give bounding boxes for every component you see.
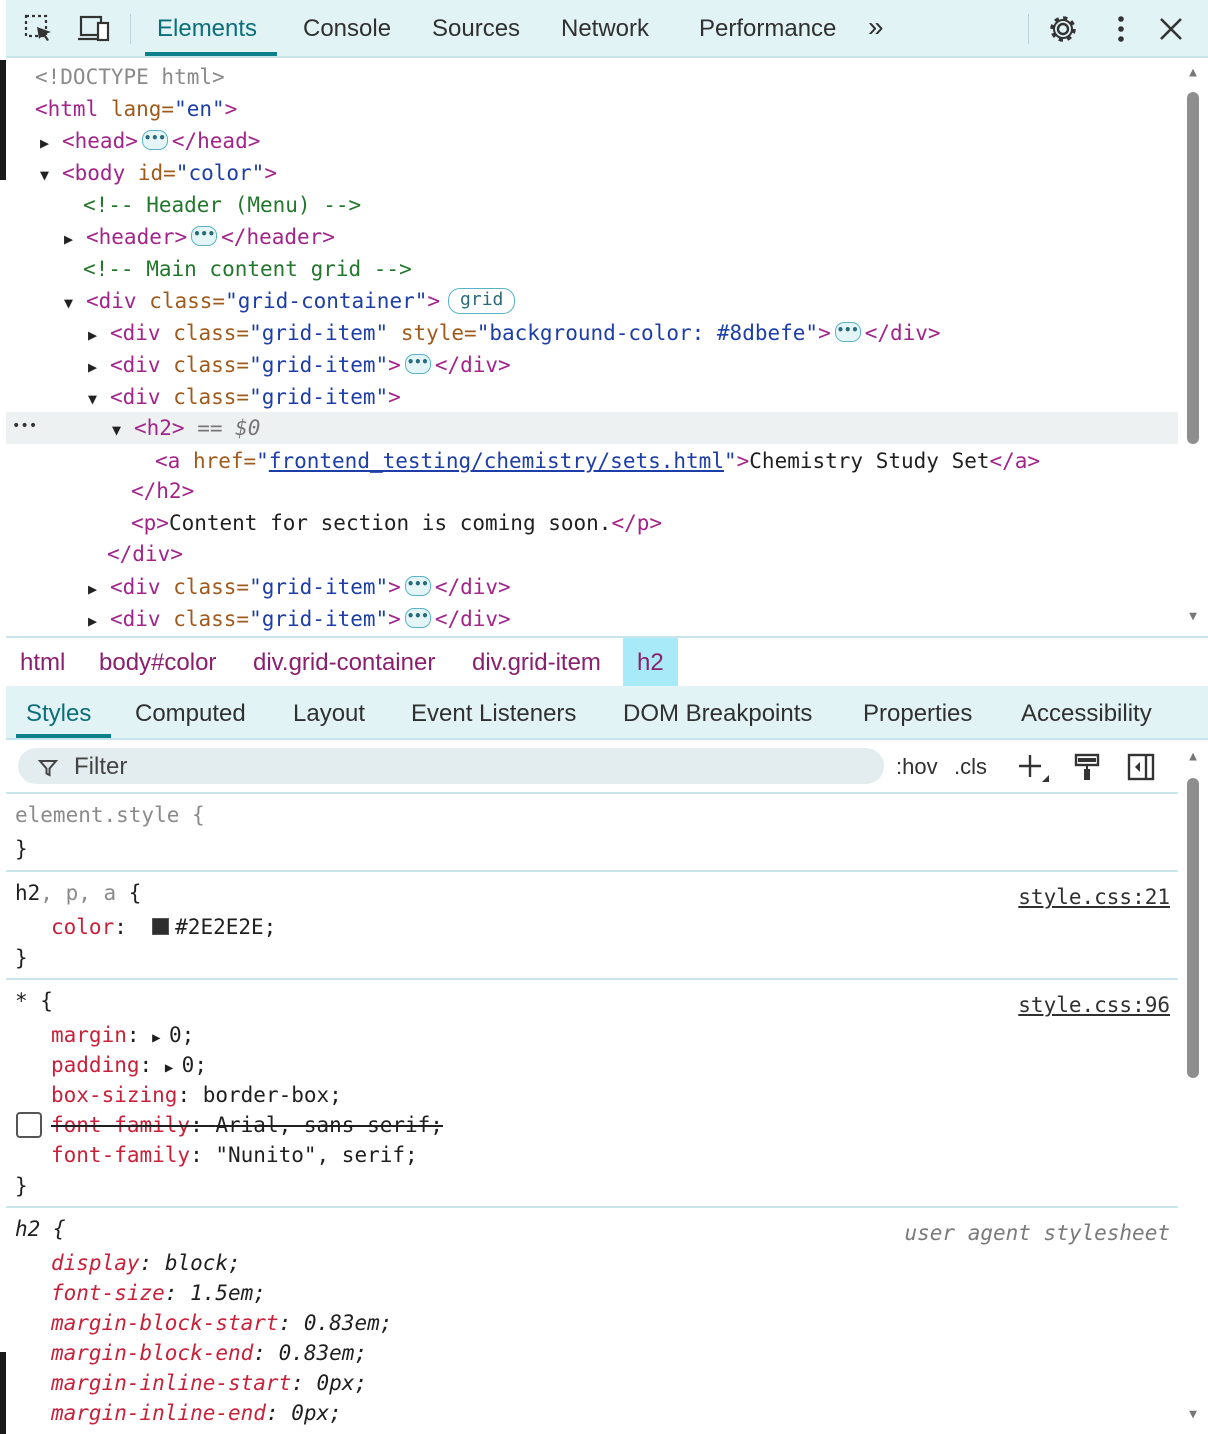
breadcrumb-grid-item[interactable]: div.grid-item <box>472 638 601 686</box>
breadcrumb-grid-container[interactable]: div.grid-container <box>253 638 435 686</box>
user-agent-label: user agent stylesheet <box>904 1221 1170 1245</box>
ellipsis-icon[interactable]: ••• <box>404 354 431 374</box>
expand-triangle-icon[interactable]: ▶ <box>88 573 110 605</box>
expand-triangle-icon[interactable]: ▶ <box>152 1030 169 1046</box>
href-link[interactable]: frontend_testing/chemistry/sets.html <box>269 449 724 473</box>
grid-badge[interactable]: grid <box>448 288 516 314</box>
scroll-down-arrow-icon[interactable]: ▼ <box>1186 610 1200 624</box>
ellipsis-icon[interactable]: ••• <box>141 130 168 150</box>
styles-pane[interactable]: element.style { } h2, p, a { style.css:2… <box>6 794 1178 1434</box>
declaration-box-sizing[interactable]: box-sizing: border-box; <box>51 1080 342 1110</box>
hov-button[interactable]: :hov <box>896 748 938 784</box>
collapse-triangle-icon[interactable]: ▼ <box>88 383 110 415</box>
styles-scroll-thumb[interactable] <box>1187 778 1199 1078</box>
tree-line-grid-item-4[interactable]: ▶ <div class="grid-item"> ••• </div> <box>6 571 1178 603</box>
tree-line-paragraph[interactable]: <p>Content for section is coming soon.</… <box>6 507 1178 539</box>
more-tabs-chevron-icon[interactable]: » <box>868 0 884 56</box>
tab-accessibility[interactable]: Accessibility <box>1021 686 1152 738</box>
tab-elements[interactable]: Elements <box>144 0 278 56</box>
tree-line-grid-item-1[interactable]: ▶ <div class="grid-item" style="backgroun… <box>6 317 1178 349</box>
collapse-triangle-icon[interactable]: ▼ <box>64 287 86 319</box>
rule-h2-user-agent[interactable]: h2 { user agent stylesheet display: bloc… <box>6 1208 1178 1434</box>
tree-line-html[interactable]: <html lang="en"> <box>6 93 1178 125</box>
tab-event-listeners[interactable]: Event Listeners <box>411 686 576 738</box>
declaration-font-family-overridden[interactable]: font-family: Arial, sans-serif; <box>51 1110 443 1140</box>
new-rule-plus-icon[interactable] <box>1016 752 1050 788</box>
tree-line-header[interactable]: ▶ <header> ••• </header> <box>6 221 1178 253</box>
device-toolbar-icon[interactable] <box>76 12 110 46</box>
expand-triangle-icon[interactable]: ▶ <box>40 127 62 159</box>
declaration-margin[interactable]: margin: ▶ 0; <box>51 1020 194 1050</box>
ellipsis-icon[interactable]: ••• <box>834 322 861 342</box>
declaration-font-family[interactable]: font-family: "Nunito", serif; <box>51 1140 418 1170</box>
select-element-icon[interactable] <box>22 12 56 46</box>
scroll-up-arrow-icon[interactable]: ▲ <box>1186 750 1200 764</box>
filter-input[interactable]: Filter <box>18 748 884 784</box>
rule-universal[interactable]: * { style.css:96 margin: ▶ 0; padding: ▶… <box>6 980 1178 1208</box>
tree-scroll-thumb[interactable] <box>1187 92 1199 444</box>
breadcrumb-html[interactable]: html <box>20 638 65 686</box>
tab-network[interactable]: Network <box>561 0 649 56</box>
tree-line-grid-item-3[interactable]: ▼ <div class="grid-item"> <box>6 381 1178 413</box>
expand-triangle-icon[interactable]: ▶ <box>88 351 110 383</box>
tree-line-h2-close[interactable]: </h2> <box>6 475 1178 507</box>
rule-element-style[interactable]: element.style { } <box>6 794 1178 872</box>
tree-line-doctype[interactable]: <!DOCTYPE html> <box>6 61 1178 93</box>
ellipsis-icon[interactable]: ••• <box>404 608 431 628</box>
tree-line-grid-item-5[interactable]: ▶ <div class="grid-item"> ••• </div> <box>6 603 1178 634</box>
ellipsis-icon[interactable]: ••• <box>191 226 218 246</box>
tree-line-h2-selected[interactable]: ••• ▼ <h2> == $0 <box>6 412 1178 444</box>
tab-sources[interactable]: Sources <box>432 0 520 56</box>
expand-triangle-icon[interactable]: ▶ <box>88 319 110 351</box>
tree-scrollbar[interactable]: ▲ ▼ <box>1186 64 1200 630</box>
sidebar-tabs: Styles Computed Layout Event Listeners D… <box>6 686 1208 740</box>
devtools-toolbar: Elements Console Sources Network Perform… <box>6 0 1208 58</box>
color-swatch-icon[interactable] <box>152 917 170 935</box>
source-link[interactable]: style.css:96 <box>1018 990 1170 1020</box>
scroll-down-arrow-icon[interactable]: ▼ <box>1186 1408 1200 1422</box>
tab-computed[interactable]: Computed <box>135 686 246 738</box>
styles-toolbar: Filter :hov .cls <box>6 740 1178 794</box>
tree-line-anchor[interactable]: <a href="frontend_testing/chemistry/sets… <box>6 445 1178 477</box>
dom-tree[interactable]: <!DOCTYPE html> <html lang="en"> ▶ <head>… <box>6 58 1178 634</box>
tree-line-div-close[interactable]: </div> <box>6 538 1178 570</box>
close-icon[interactable] <box>1154 12 1188 46</box>
more-actions-icon[interactable]: ••• <box>12 410 37 442</box>
paint-brush-icon[interactable] <box>1072 752 1102 786</box>
expand-triangle-icon[interactable]: ▶ <box>64 223 86 255</box>
source-link[interactable]: style.css:21 <box>1018 882 1170 912</box>
tab-performance[interactable]: Performance <box>699 0 836 56</box>
tree-line-comment-header[interactable]: <!-- Header (Menu) --> <box>6 189 1178 221</box>
ellipsis-icon[interactable]: ••• <box>404 576 431 596</box>
breadcrumb-body[interactable]: body#color <box>99 638 216 686</box>
expand-triangle-icon[interactable]: ▶ <box>165 1060 182 1076</box>
kebab-menu-icon[interactable] <box>1104 12 1138 46</box>
tree-line-body[interactable]: ▼ <body id="color"> <box>6 157 1178 189</box>
tree-line-grid-container[interactable]: ▼ <div class="grid-container"> grid <box>6 285 1178 317</box>
declaration-color[interactable]: color: #2E2E2E; <box>51 912 276 942</box>
declaration-padding[interactable]: padding: ▶ 0; <box>51 1050 207 1080</box>
tree-line-comment-main[interactable]: <!-- Main content grid --> <box>6 253 1178 285</box>
cls-button[interactable]: .cls <box>954 748 987 784</box>
toggle-sidebar-icon[interactable] <box>1126 752 1156 786</box>
styles-scrollbar[interactable]: ▲ ▼ <box>1186 748 1200 1428</box>
expand-triangle-icon[interactable]: ▶ <box>88 605 110 634</box>
tab-layout[interactable]: Layout <box>293 686 365 738</box>
gear-icon[interactable] <box>1046 12 1080 46</box>
rule-h2-p-a[interactable]: h2, p, a { style.css:21 color: #2E2E2E; … <box>6 872 1178 980</box>
scroll-up-arrow-icon[interactable]: ▲ <box>1186 66 1200 80</box>
selected-marker: == $0 <box>184 416 261 440</box>
collapse-triangle-icon[interactable]: ▼ <box>112 414 134 446</box>
filter-icon <box>37 757 59 785</box>
breadcrumb-h2[interactable]: h2 <box>623 638 678 686</box>
breadcrumb: html body#color div.grid-container div.g… <box>6 636 1208 688</box>
declaration-checkbox[interactable] <box>16 1112 42 1138</box>
tree-line-grid-item-2[interactable]: ▶ <div class="grid-item"> ••• </div> <box>6 349 1178 381</box>
tab-properties[interactable]: Properties <box>863 686 972 738</box>
tab-console[interactable]: Console <box>303 0 391 56</box>
tab-dom-breakpoints[interactable]: DOM Breakpoints <box>623 686 812 738</box>
tab-styles[interactable]: Styles <box>15 686 112 738</box>
collapse-triangle-icon[interactable]: ▼ <box>40 159 62 191</box>
tree-line-head[interactable]: ▶ <head> ••• </head> <box>6 125 1178 157</box>
